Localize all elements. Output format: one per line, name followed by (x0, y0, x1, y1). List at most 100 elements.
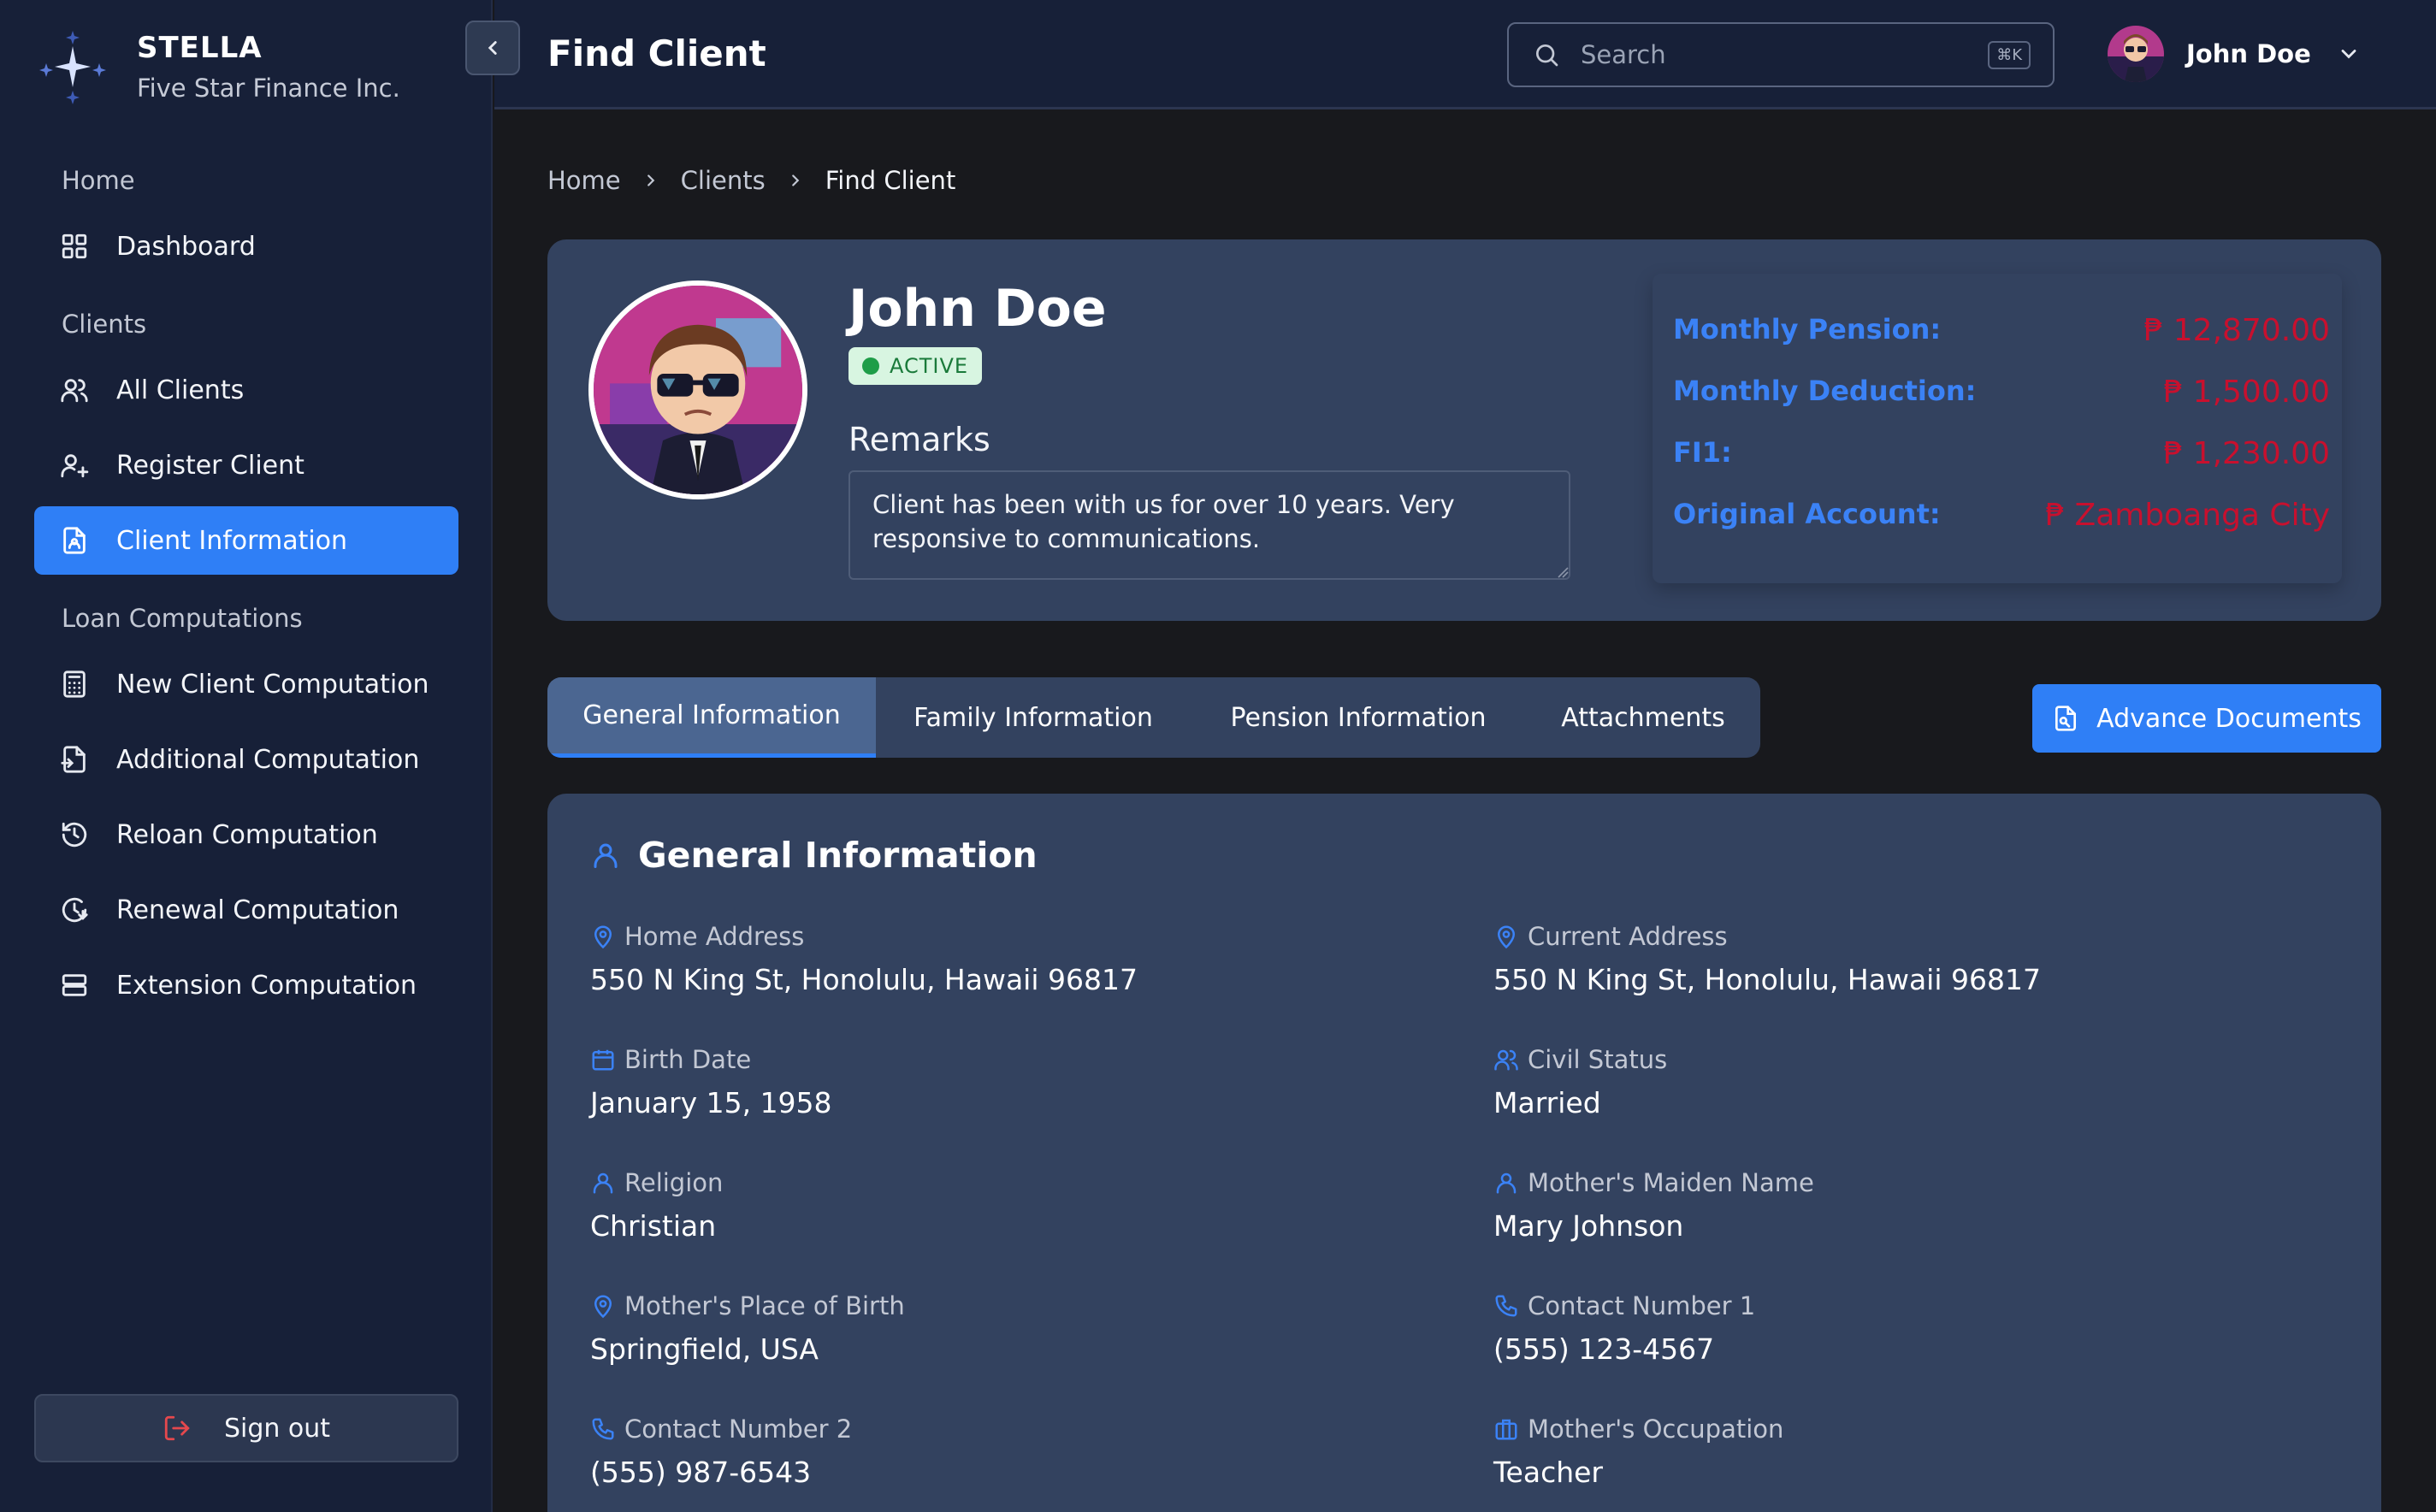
brand[interactable]: STELLA Five Star Finance Inc. (34, 31, 400, 108)
user-menu[interactable]: John Doe (2108, 26, 2361, 82)
field-home-address: Home Address 550 N King St, Honolulu, Ha… (590, 922, 1446, 996)
nav-section-loan-computations: Loan Computations (62, 604, 303, 633)
pension-label: Monthly Pension: (1673, 313, 1942, 346)
briefcase-icon (1495, 1419, 1517, 1440)
original-account-row: Original Account: ₱ Zamboanga City (1653, 493, 2330, 544)
field-label: Current Address (1528, 922, 1728, 951)
search-input[interactable] (1581, 40, 1989, 69)
fi1-label: FI1: (1673, 436, 1732, 469)
sidebar-item-label: Register Client (116, 450, 304, 481)
brand-subtitle: Five Star Finance Inc. (137, 74, 400, 103)
user-icon (593, 1172, 613, 1194)
sidebar-item-label: New Client Computation (116, 669, 429, 700)
layers-icon (62, 974, 87, 996)
field-label: Contact Number 1 (1528, 1291, 1756, 1320)
field-value: Springfield, USA (590, 1332, 819, 1366)
sidebar-item-label: Extension Computation (116, 970, 417, 1001)
pension-summary: Monthly Pension: ₱ 12,870.00 Monthly Ded… (1653, 274, 2342, 583)
search-box[interactable]: ⌘K (1507, 22, 2055, 87)
field-label: Contact Number 2 (624, 1415, 853, 1444)
search-icon (1536, 44, 1558, 67)
breadcrumb: Home Clients Find Client (547, 166, 955, 195)
deduction-value: ₱ 1,500.00 (2163, 375, 2330, 410)
field-current-address: Current Address 550 N King St, Honolulu,… (1493, 922, 2349, 996)
section-title: General Information (590, 835, 1038, 876)
advance-documents-label: Advance Documents (2096, 703, 2362, 734)
field-value: Mary Johnson (1493, 1209, 1684, 1243)
avatar (2108, 26, 2164, 82)
nav-section-home: Home (62, 166, 135, 195)
map-pin-icon (594, 1295, 612, 1319)
tab-attachments[interactable]: Attachments (1526, 677, 1760, 758)
field-value: January 15, 1958 (590, 1086, 832, 1119)
field-value: (555) 987-6543 (590, 1456, 812, 1489)
tab-general-information[interactable]: General Information (547, 677, 876, 758)
remarks-label: Remarks (848, 421, 990, 458)
map-pin-icon (1497, 925, 1516, 949)
sidebar-item-all-clients[interactable]: All Clients (34, 356, 458, 424)
resize-grip-icon[interactable] (1553, 563, 1569, 578)
sidebar: STELLA Five Star Finance Inc. Home Dashb… (0, 0, 493, 1512)
field-value: (555) 123-4567 (1493, 1332, 1715, 1366)
original-account-label: Original Account: (1673, 498, 1941, 530)
section-title-text: General Information (638, 835, 1038, 876)
sidebar-item-extension-computation[interactable]: Extension Computation (34, 951, 458, 1019)
field-label: Birth Date (624, 1045, 752, 1074)
chevron-right-icon (647, 174, 654, 186)
field-label: Mother's Maiden Name (1528, 1168, 1814, 1197)
sidebar-item-label: All Clients (116, 375, 245, 405)
sidebar-item-register-client[interactable]: Register Client (34, 431, 458, 499)
field-contact-number-2: Contact Number 2 (555) 987-6543 (590, 1415, 1446, 1489)
map-pin-icon (594, 925, 612, 949)
logout-icon (164, 1415, 190, 1441)
breadcrumb-home[interactable]: Home (547, 166, 621, 195)
tab-family-information[interactable]: Family Information (876, 677, 1191, 758)
users-icon (1494, 1049, 1518, 1071)
sidebar-item-renewal-computation[interactable]: Renewal Computation (34, 876, 458, 944)
sidebar-item-dashboard[interactable]: Dashboard (34, 212, 458, 281)
pension-value: ₱ 12,870.00 (2143, 313, 2330, 348)
field-label: Mother's Place of Birth (624, 1291, 905, 1320)
phone-icon (592, 1418, 614, 1440)
field-label: Religion (624, 1168, 724, 1197)
nav-section-clients: Clients (62, 310, 147, 339)
chevron-left-icon (488, 41, 497, 55)
client-name: John Doe (848, 279, 1107, 339)
sidebar-item-label: Additional Computation (116, 744, 420, 775)
general-information-card: General Information Home Address 550 N K… (547, 794, 2381, 1512)
breadcrumb-clients[interactable]: Clients (681, 166, 766, 195)
sign-out-label: Sign out (223, 1413, 331, 1444)
collapse-sidebar-button[interactable] (465, 21, 520, 75)
user-name: John Doe (2186, 39, 2311, 68)
client-profile-card: John Doe ACTIVE Remarks Client has been … (547, 239, 2381, 621)
user-icon (594, 843, 618, 868)
pension-row: Monthly Pension: ₱ 12,870.00 (1653, 308, 2330, 359)
field-label: Home Address (624, 922, 805, 951)
calculator-icon (63, 670, 86, 698)
field-value: Teacher (1493, 1456, 1604, 1489)
document-user-icon (63, 527, 86, 554)
client-avatar (588, 281, 807, 499)
remarks-textarea[interactable]: Client has been with us for over 10 year… (848, 470, 1570, 580)
user-plus-icon (61, 454, 89, 478)
sidebar-item-new-client-computation[interactable]: New Client Computation (34, 650, 458, 718)
status-label: ACTIVE (890, 354, 969, 378)
field-mothers-place-of-birth: Mother's Place of Birth Springfield, USA (590, 1291, 1446, 1366)
sidebar-item-reloan-computation[interactable]: Reloan Computation (34, 800, 458, 869)
status-dot-icon (862, 357, 879, 375)
field-label: Civil Status (1528, 1045, 1668, 1074)
stars-logo-icon (39, 31, 106, 104)
sidebar-item-label: Dashboard (116, 231, 256, 262)
brand-name: STELLA (137, 31, 263, 65)
document-icon (2055, 706, 2077, 731)
original-account-value: ₱ Zamboanga City (2045, 498, 2330, 533)
search-shortcut-badge: ⌘K (1988, 40, 2031, 69)
history-icon (62, 822, 87, 848)
fi1-row: FI1: ₱ 1,230.00 (1653, 431, 2330, 482)
sidebar-item-additional-computation[interactable]: Additional Computation (34, 725, 458, 794)
tab-pension-information[interactable]: Pension Information (1191, 677, 1526, 758)
sign-out-button[interactable]: Sign out (34, 1394, 458, 1462)
users-icon (61, 379, 88, 403)
advance-documents-button[interactable]: Advance Documents (2032, 684, 2381, 753)
sidebar-item-client-information[interactable]: Client Information (34, 506, 458, 575)
